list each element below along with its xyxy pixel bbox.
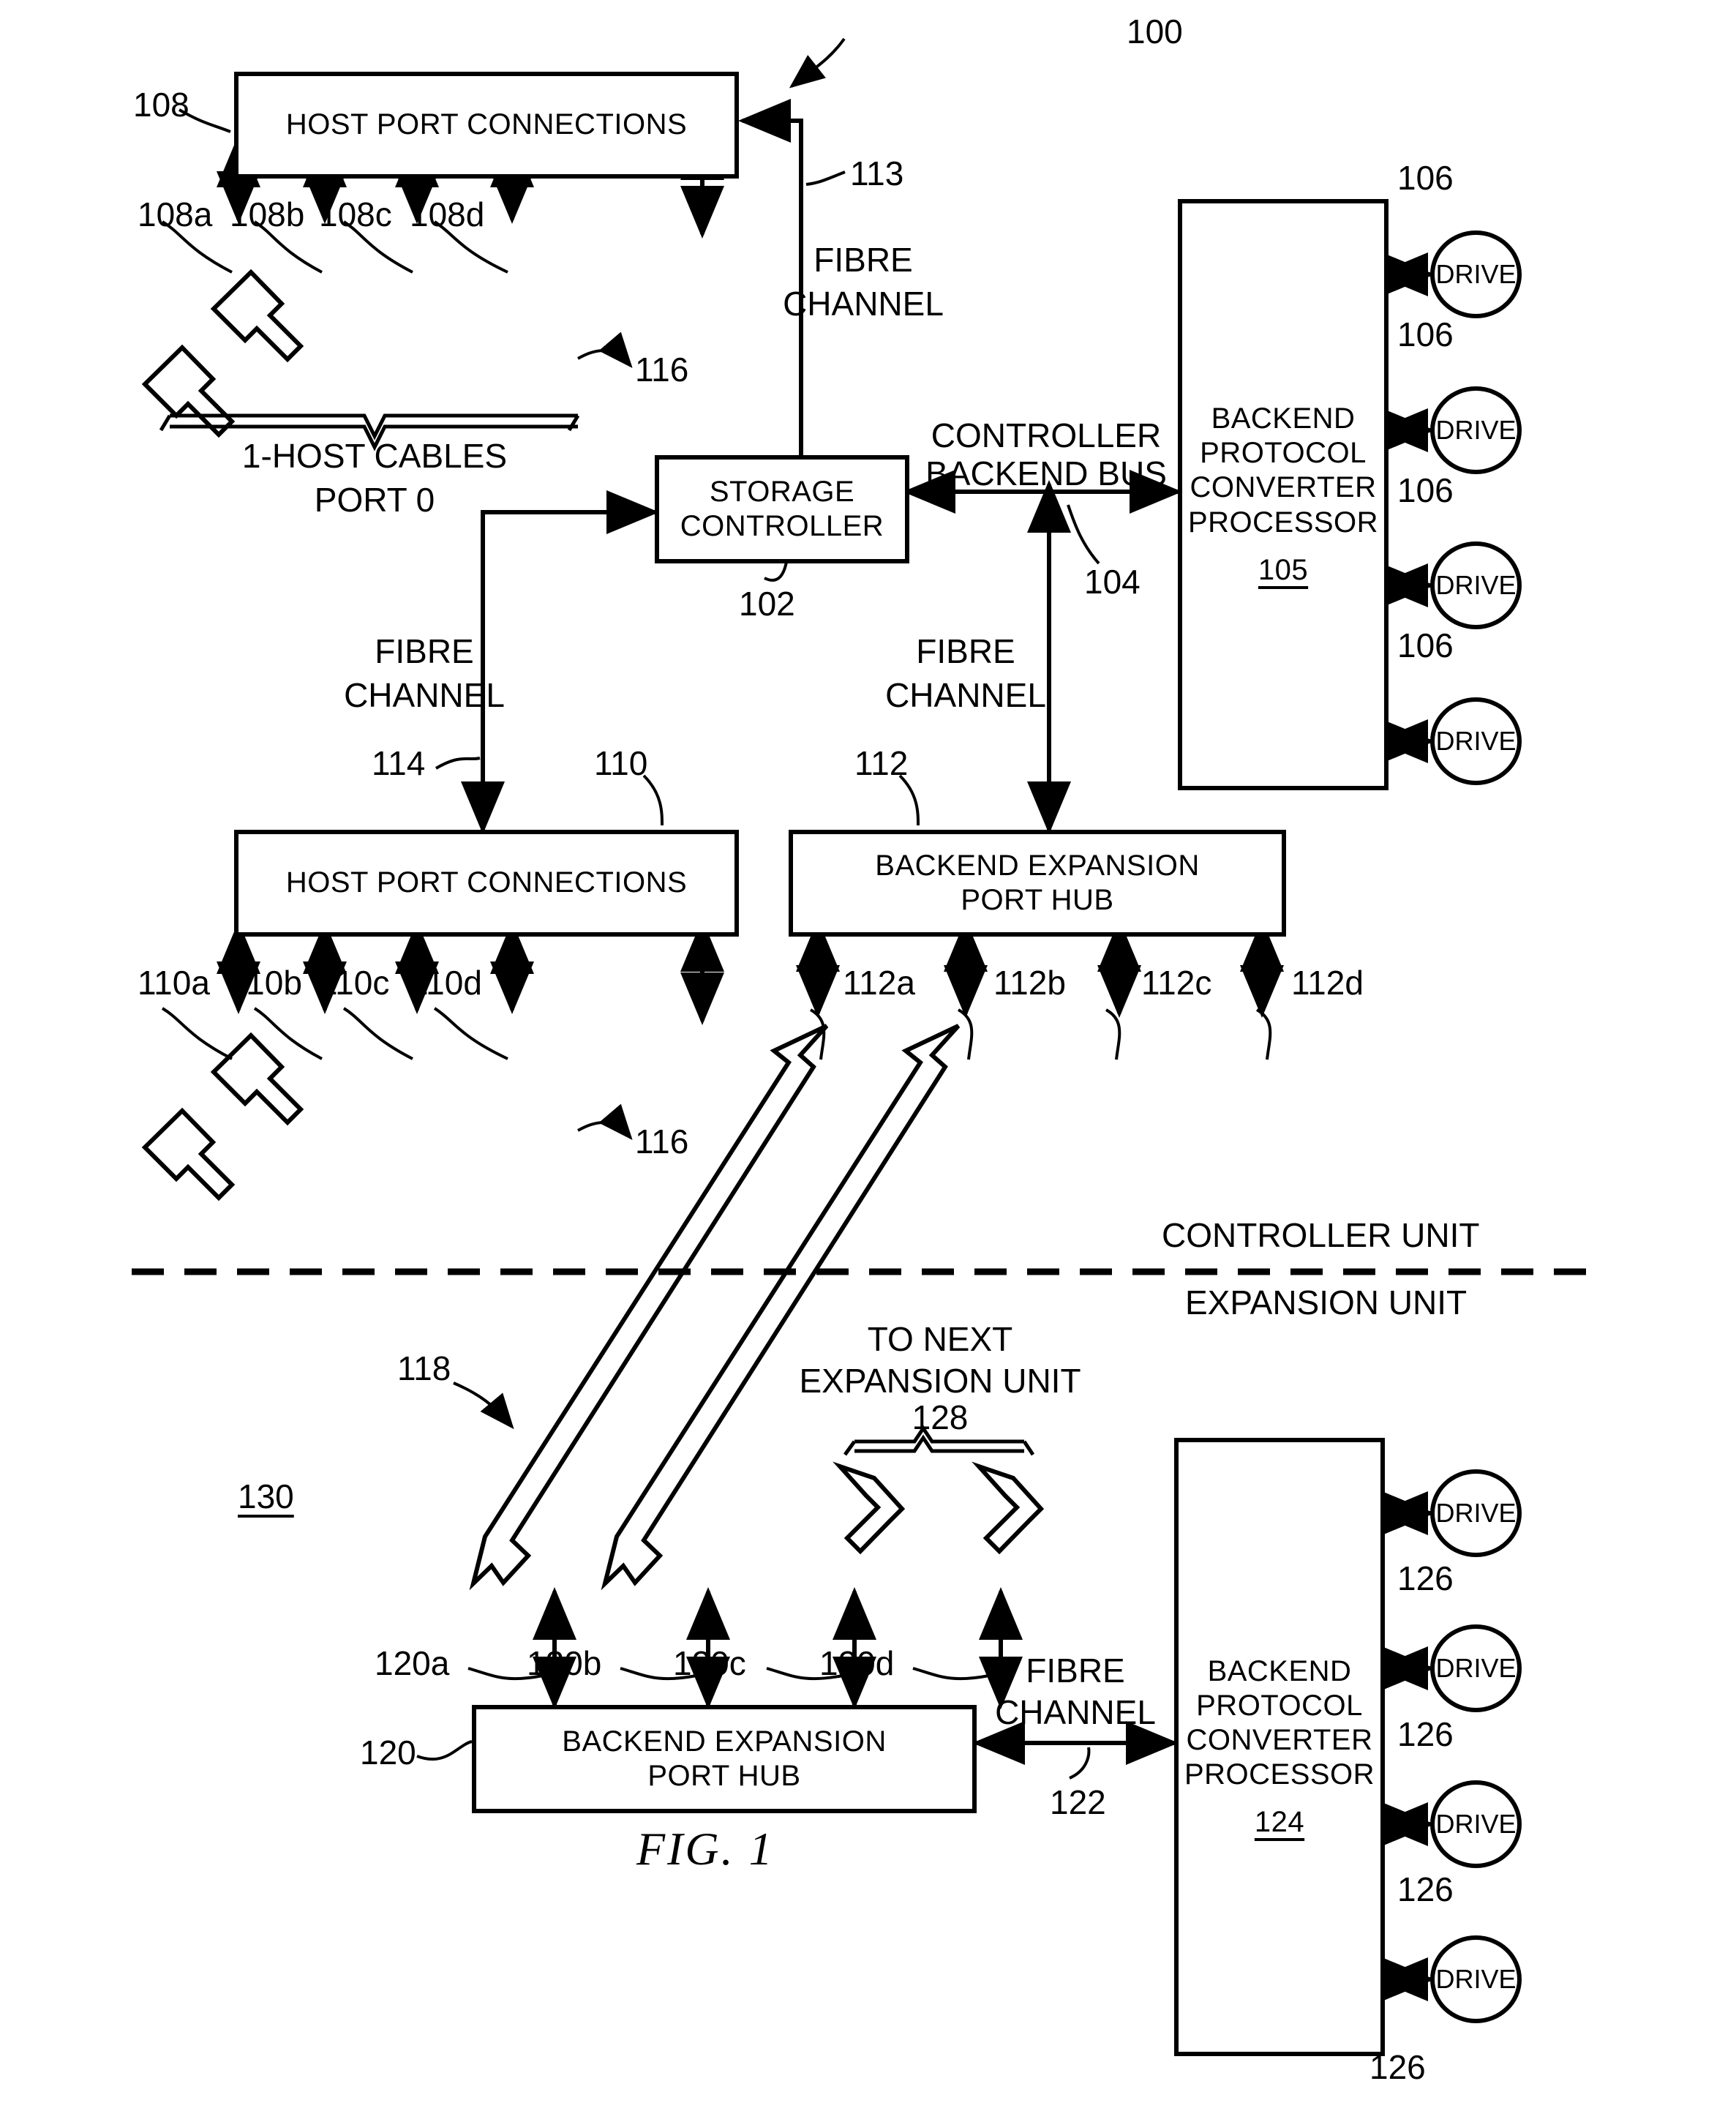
converter-top-ref: 105 — [1258, 553, 1309, 586]
ref-108d: 108d — [410, 195, 485, 233]
fibre-112-line2: CHANNEL — [885, 676, 1046, 714]
fibre-114-line1: FIBRE — [375, 632, 474, 670]
backend-bus-line2: BACKEND BUS — [925, 454, 1167, 492]
host-cables-label-2: PORT 0 — [314, 481, 435, 519]
patent-figure-1: HOST PORT CONNECTIONS STORAGE CONTROLLER… — [0, 0, 1736, 2122]
converter-bottom-line-3: CONVERTER — [1186, 1723, 1373, 1756]
ref-104: 104 — [1084, 563, 1141, 601]
host-cables-label-1: 1-HOST CABLES — [241, 437, 508, 475]
ref-126-3: 126 — [1397, 1870, 1454, 1908]
backend-expansion-port-hub-top-box[interactable]: BACKEND EXPANSION PORT HUB — [789, 830, 1286, 937]
converter-bottom-line-1: BACKEND — [1207, 1654, 1352, 1687]
ref-110c: 110c — [319, 964, 390, 1002]
ref-113: 113 — [850, 154, 904, 192]
ref-120b: 120b — [527, 1644, 602, 1682]
ref-130: 130 — [238, 1477, 294, 1515]
hub-top-line-2: PORT HUB — [961, 884, 1114, 916]
storage-controller-box[interactable]: STORAGE CONTROLLER — [655, 455, 909, 563]
ref-110d: 110d — [410, 964, 482, 1002]
ref-126-1: 126 — [1397, 1559, 1454, 1597]
drive-bottom-3[interactable]: DRIVE — [1430, 1780, 1522, 1868]
backend-protocol-converter-bottom-box[interactable]: BACKEND PROTOCOL CONVERTER PROCESSOR 124 — [1174, 1438, 1385, 2056]
drive-bottom-1[interactable]: DRIVE — [1430, 1469, 1522, 1557]
ref-106-1: 106 — [1397, 159, 1454, 197]
fibre-112-line1: FIBRE — [916, 632, 1015, 670]
host-port-connections-bottom-label: HOST PORT CONNECTIONS — [285, 866, 688, 899]
storage-controller-label-2: CONTROLLER — [680, 510, 884, 542]
to-next-line2: EXPANSION UNIT — [799, 1362, 1081, 1400]
ref-116-top: 116 — [635, 350, 689, 389]
ref-126-4: 126 — [1369, 2048, 1426, 2086]
fibre-114-line2: CHANNEL — [344, 676, 505, 714]
drive-top-4[interactable]: DRIVE — [1430, 697, 1522, 785]
drive-bottom-4[interactable]: DRIVE — [1430, 1935, 1522, 2023]
ref-108: 108 — [133, 86, 189, 124]
ref-122: 122 — [1050, 1783, 1106, 1821]
ref-106-2: 106 — [1397, 315, 1454, 353]
ref-108b: 108b — [230, 195, 305, 233]
ref-126-2: 126 — [1397, 1715, 1454, 1753]
ref-110b: 110b — [230, 964, 302, 1002]
ref-112c: 112c — [1141, 964, 1212, 1002]
ref-120: 120 — [360, 1733, 416, 1772]
ref-120a: 120a — [375, 1644, 450, 1682]
fibre-122-line1: FIBRE — [1026, 1652, 1125, 1690]
ref-106-4: 106 — [1397, 626, 1454, 664]
ref-120d: 120d — [819, 1644, 895, 1682]
converter-top-line-3: CONVERTER — [1190, 471, 1377, 504]
drive-top-3[interactable]: DRIVE — [1430, 541, 1522, 629]
to-next-line1: TO NEXT — [867, 1320, 1013, 1358]
host-port-connections-bottom-box[interactable]: HOST PORT CONNECTIONS — [234, 830, 739, 937]
fibre-113-line2: CHANNEL — [783, 285, 944, 323]
ref-108a: 108a — [138, 195, 213, 233]
ref-106-3: 106 — [1397, 471, 1454, 509]
ref-112d: 112d — [1291, 964, 1364, 1002]
hub-bottom-line-1: BACKEND EXPANSION — [562, 1725, 887, 1758]
figure-caption: FIG. 1 — [636, 1823, 775, 1875]
expansion-unit-label: EXPANSION UNIT — [1185, 1283, 1468, 1321]
hub-bottom-line-2: PORT HUB — [647, 1760, 801, 1792]
ref-112: 112 — [854, 744, 909, 782]
ref-110: 110 — [594, 744, 648, 782]
drive-bottom-2[interactable]: DRIVE — [1430, 1624, 1522, 1712]
ref-128: 128 — [912, 1398, 969, 1436]
fibre-113-line1: FIBRE — [813, 241, 913, 279]
controller-unit-label: CONTROLLER UNIT — [1162, 1216, 1480, 1254]
ref-112a: 112a — [843, 964, 915, 1002]
ref-116-bottom: 116 — [635, 1122, 689, 1161]
converter-top-line-1: BACKEND — [1211, 402, 1356, 435]
backend-expansion-port-hub-bottom-box[interactable]: BACKEND EXPANSION PORT HUB — [472, 1705, 977, 1813]
ref-114: 114 — [372, 744, 426, 782]
ref-118: 118 — [397, 1349, 451, 1387]
host-port-connections-top-box[interactable]: HOST PORT CONNECTIONS — [234, 72, 739, 179]
backend-protocol-converter-top-box[interactable]: BACKEND PROTOCOL CONVERTER PROCESSOR 105 — [1178, 199, 1389, 790]
backend-bus-line1: CONTROLLER — [931, 416, 1162, 454]
ref-112b: 112b — [993, 964, 1066, 1002]
drive-top-1[interactable]: DRIVE — [1430, 230, 1522, 318]
converter-bottom-ref: 124 — [1254, 1806, 1305, 1839]
fibre-122-line2: CHANNEL — [995, 1693, 1156, 1731]
ref-108c: 108c — [319, 195, 392, 233]
drive-top-2[interactable]: DRIVE — [1430, 386, 1522, 474]
ref-120c: 120c — [673, 1644, 746, 1682]
host-port-connections-top-label: HOST PORT CONNECTIONS — [285, 108, 688, 141]
ref-110a: 110a — [138, 964, 210, 1002]
system-ref-100: 100 — [1127, 12, 1183, 50]
hub-top-line-1: BACKEND EXPANSION — [875, 849, 1200, 882]
converter-top-line-2: PROTOCOL — [1200, 437, 1367, 470]
converter-top-line-4: PROCESSOR — [1187, 506, 1379, 539]
converter-bottom-line-2: PROTOCOL — [1196, 1689, 1363, 1722]
ref-102: 102 — [739, 585, 795, 623]
converter-bottom-line-4: PROCESSOR — [1184, 1758, 1375, 1791]
storage-controller-label-1: STORAGE — [709, 475, 855, 508]
